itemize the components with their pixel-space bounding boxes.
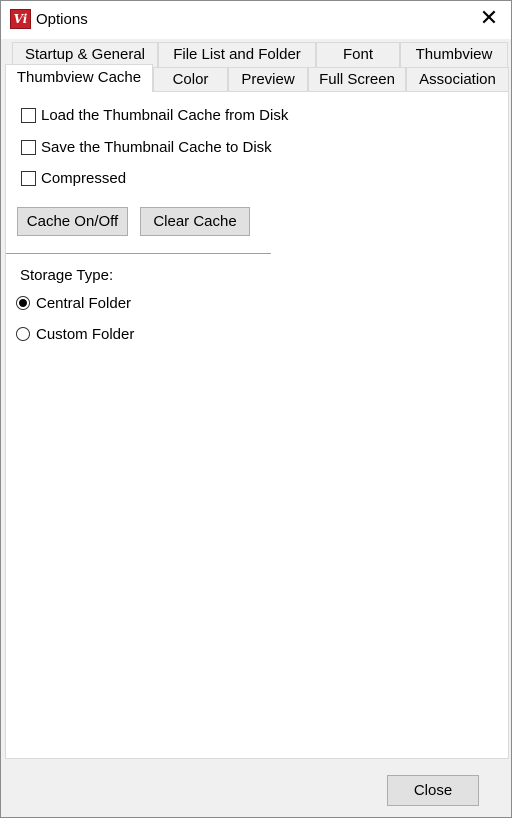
load-cache-label: Load the Thumbnail Cache from Disk	[41, 107, 289, 124]
custom-folder-label: Custom Folder	[36, 326, 135, 343]
section-divider	[6, 253, 271, 254]
cache-on-off-button[interactable]: Cache On/Off	[17, 207, 128, 236]
compressed-label: Compressed	[41, 170, 127, 187]
load-cache-checkbox[interactable]	[21, 108, 36, 123]
tab-thumbview[interactable]: Thumbview	[400, 42, 508, 67]
tab-file-list-folder[interactable]: File List and Folder	[158, 42, 316, 67]
title-bar: Vi Options ✕	[1, 1, 511, 39]
save-cache-label: Save the Thumbnail Cache to Disk	[41, 139, 272, 156]
custom-folder-radio[interactable]	[16, 327, 30, 341]
compressed-checkbox[interactable]	[21, 171, 36, 186]
thumbview-cache-panel: Load the Thumbnail Cache from Disk Save …	[5, 91, 509, 759]
app-logo-icon: Vi	[10, 9, 31, 29]
close-button[interactable]: Close	[387, 775, 479, 806]
tab-thumbview-cache[interactable]: Thumbview Cache	[5, 64, 153, 92]
storage-type-label: Storage Type:	[20, 267, 114, 284]
window-title: Options	[36, 11, 88, 28]
save-cache-checkbox[interactable]	[21, 140, 36, 155]
tab-color[interactable]: Color	[153, 67, 228, 92]
tab-font[interactable]: Font	[316, 42, 400, 67]
clear-cache-button[interactable]: Clear Cache	[140, 207, 250, 236]
central-folder-radio[interactable]	[16, 296, 30, 310]
tab-preview[interactable]: Preview	[228, 67, 308, 92]
tab-association[interactable]: Association	[406, 67, 509, 92]
central-folder-label: Central Folder	[36, 295, 132, 312]
options-window: Vi Options ✕ Startup & General File List…	[0, 0, 512, 818]
tab-full-screen[interactable]: Full Screen	[308, 67, 406, 92]
close-window-icon[interactable]: ✕	[467, 1, 511, 39]
